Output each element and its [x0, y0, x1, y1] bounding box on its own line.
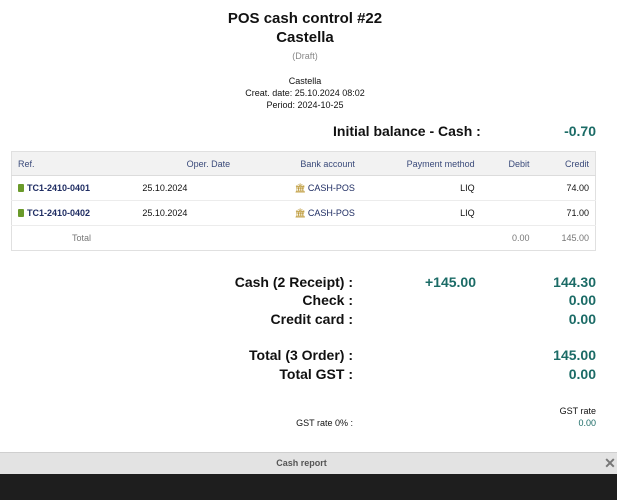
cash-declared: +145.00	[425, 274, 476, 290]
check-value: 0.00	[568, 292, 596, 308]
initial-balance-value: -0.70	[564, 123, 596, 139]
document-icon	[18, 209, 24, 217]
total-gst-value: 0.00	[568, 366, 596, 382]
total-orders-label: Total (3 Order) :	[249, 347, 353, 363]
payment-method: LIQ	[360, 200, 481, 226]
initial-balance-label: Initial balance - Cash :	[333, 123, 481, 139]
total-orders-value: 145.00	[553, 347, 596, 363]
payment-method: LIQ	[360, 175, 481, 201]
total-credit: 145.00	[561, 233, 589, 243]
ref-link[interactable]: TC1-2410-0401	[18, 183, 90, 193]
credit-card-label: Credit card :	[270, 311, 353, 327]
total-label: Total	[72, 233, 92, 243]
cash-value: 144.30	[553, 274, 596, 290]
col-debit[interactable]: Debit	[480, 151, 536, 176]
gst-rate-value: 0.00	[578, 418, 596, 428]
background-area	[0, 474, 617, 500]
debit-value	[480, 175, 536, 201]
gst-rate-header: GST rate	[559, 406, 596, 416]
terminal-name: Castella	[288, 76, 322, 86]
document-icon	[18, 184, 24, 192]
gst-rate-label: GST rate 0% :	[296, 418, 353, 428]
credit-value: 71.00	[535, 200, 596, 226]
table-row: TC1-2410-0401 25.10.2024 🏛 CASH-POS LIQ 7…	[11, 175, 596, 201]
page-title: POS cash control #22	[227, 10, 383, 27]
col-payment-method[interactable]: Payment method	[360, 151, 481, 176]
close-icon[interactable]: ✕	[603, 456, 617, 470]
col-bank-account[interactable]: Bank account	[236, 151, 361, 176]
table-total-row: Total 0.00 145.00	[12, 226, 596, 251]
col-credit[interactable]: Credit	[535, 151, 596, 176]
bank-icon: 🏛	[294, 182, 306, 193]
dialog-footer: Cash report ✕	[0, 452, 617, 474]
creation-date: Creat. date: 25.10.2024 08:02	[245, 88, 365, 98]
page-subtitle: Castella	[276, 29, 334, 46]
payments-table: Ref. Oper. Date Bank account Payment met…	[11, 151, 596, 251]
credit-value: 74.00	[535, 175, 596, 201]
dialog-title: Cash report	[276, 458, 327, 468]
table-header-row: Ref. Oper. Date Bank account Payment met…	[11, 151, 596, 176]
bank-icon: 🏛	[294, 207, 306, 218]
oper-date: 25.10.2024	[136, 200, 237, 226]
cash-report-page: POS cash control #22 Castella (Draft) Ca…	[0, 0, 617, 452]
status-badge: (Draft)	[292, 51, 318, 61]
bank-account-link[interactable]: 🏛 CASH-POS	[294, 208, 354, 218]
oper-date: 25.10.2024	[136, 175, 237, 201]
period: Period: 2024-10-25	[266, 100, 344, 110]
check-label: Check :	[302, 292, 353, 308]
ref-link[interactable]: TC1-2410-0402	[18, 208, 90, 218]
bank-account-link[interactable]: 🏛 CASH-POS	[294, 183, 354, 193]
col-ref[interactable]: Ref.	[11, 151, 137, 176]
col-oper-date[interactable]: Oper. Date	[136, 151, 237, 176]
table-row: TC1-2410-0402 25.10.2024 🏛 CASH-POS LIQ 7…	[11, 200, 596, 226]
total-gst-label: Total GST :	[279, 366, 353, 382]
total-debit: 0.00	[512, 233, 530, 243]
cash-label: Cash (2 Receipt) :	[234, 274, 353, 290]
debit-value	[480, 200, 536, 226]
credit-card-value: 0.00	[568, 311, 596, 327]
